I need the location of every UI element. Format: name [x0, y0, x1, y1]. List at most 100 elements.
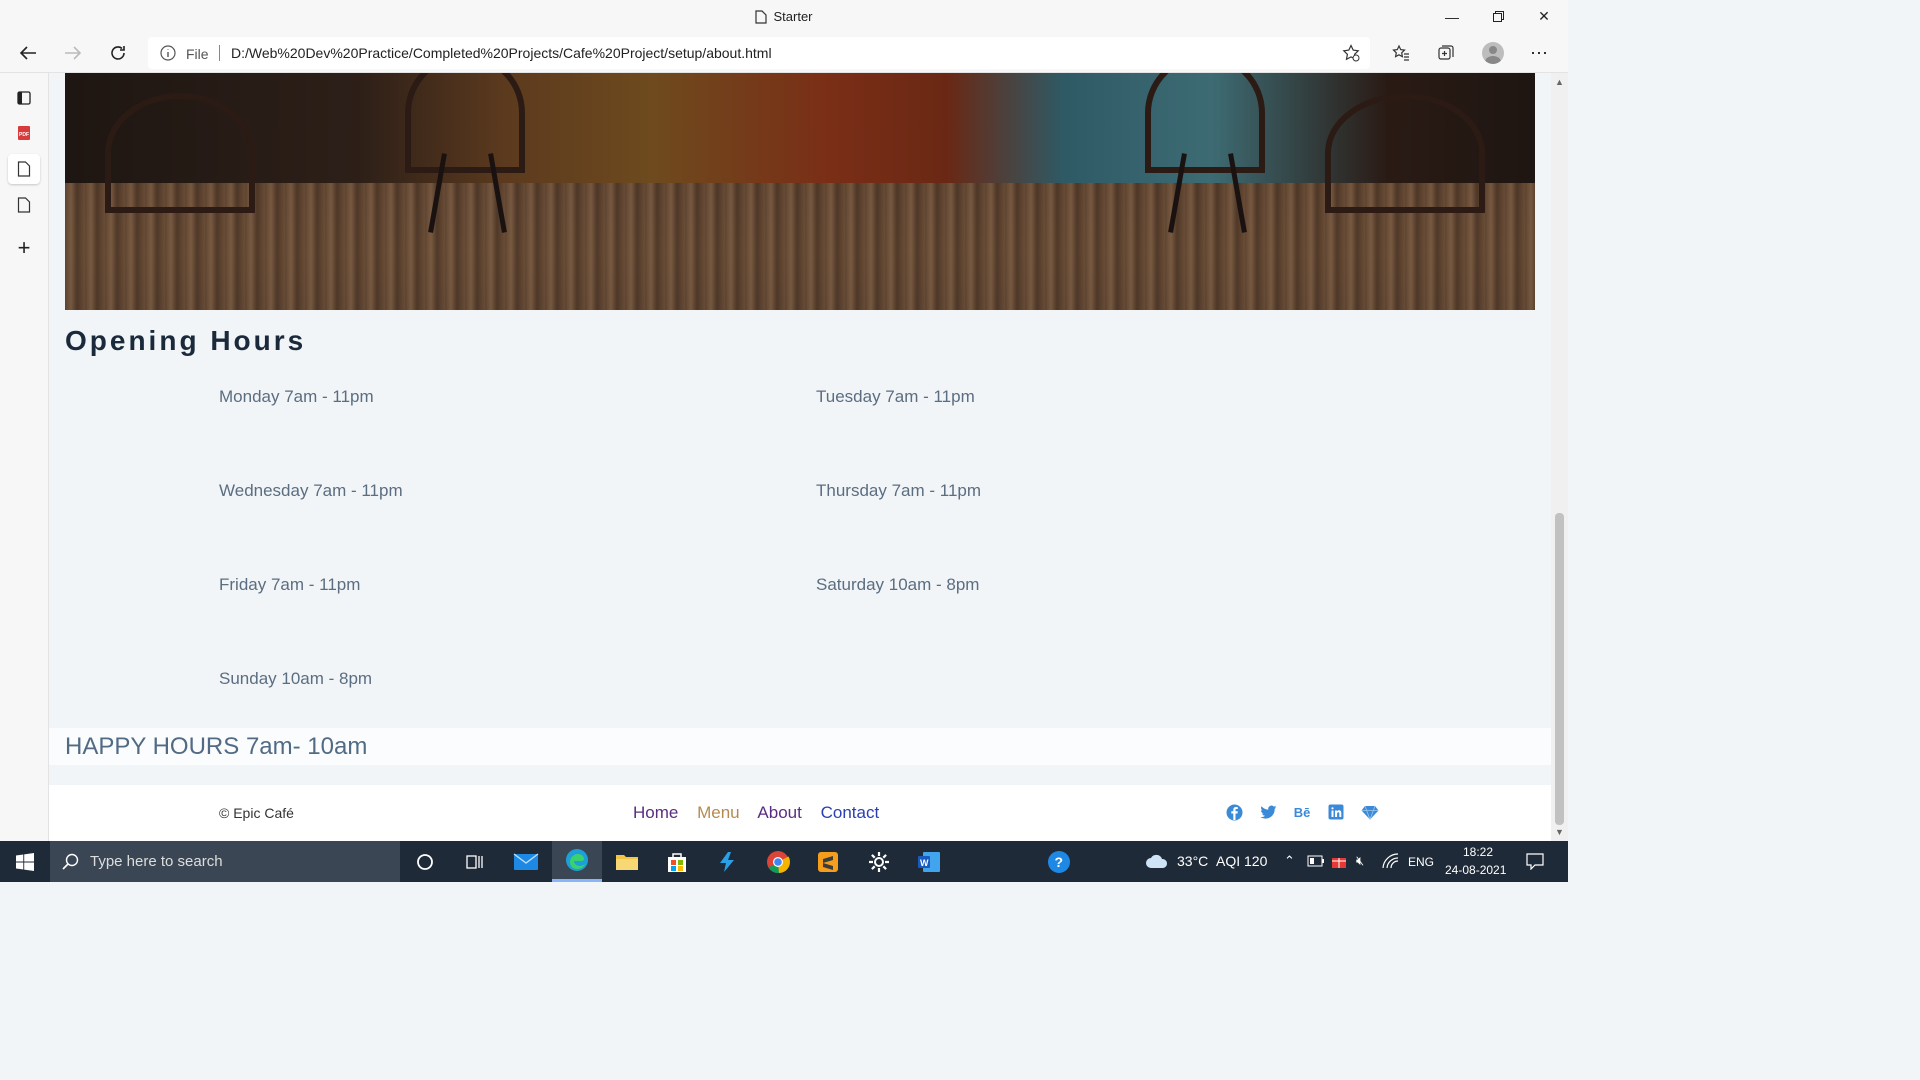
svg-text:?: ? — [1055, 854, 1064, 870]
mute-icon[interactable]: 🔇︎ — [1356, 853, 1364, 869]
chair-shape — [1145, 73, 1265, 173]
vscode-app[interactable] — [702, 841, 752, 882]
chair-shape — [105, 93, 255, 213]
folder-icon — [616, 854, 638, 870]
sublime-app[interactable] — [803, 841, 853, 882]
behance-icon[interactable]: Bē — [1293, 803, 1311, 821]
hours-wednesday: Wednesday 7am - 11pm — [219, 481, 403, 500]
linkedin-icon[interactable] — [1327, 803, 1345, 821]
restore-button[interactable] — [1475, 0, 1521, 33]
happy-hours-text: HAPPY HOURS 7am- 10am — [65, 733, 368, 760]
sketch-icon[interactable] — [1361, 803, 1379, 821]
favorites-button[interactable] — [1386, 39, 1416, 67]
gift-icon — [1332, 858, 1346, 868]
hours-thursday: Thursday 7am - 11pm — [816, 481, 982, 500]
forward-button[interactable] — [58, 39, 88, 67]
tab-actions-button[interactable] — [8, 83, 40, 113]
site-footer: © Epic Café Home Menu About Contact Bē — [49, 785, 1551, 841]
scroll-down-arrow[interactable]: ▼ — [1555, 827, 1564, 837]
hours-saturday: Saturday 10am - 8pm — [816, 575, 980, 594]
pdf-icon: PDF — [18, 126, 30, 140]
url-text[interactable]: D:/Web%20Dev%20Practice/Completed%20Proj… — [231, 45, 772, 61]
file-explorer-app[interactable] — [602, 841, 652, 882]
mail-app[interactable] — [501, 841, 551, 882]
clock-time[interactable]: 18:22 — [1463, 845, 1493, 859]
edge-icon — [566, 849, 588, 871]
aqi-value[interactable]: AQI 120 — [1216, 853, 1267, 869]
window-title-text: Starter — [773, 9, 813, 24]
windows-taskbar: Type here to search W ? 33°C AQI 120 ⌃ 🔇… — [0, 841, 1568, 882]
search-icon — [62, 853, 79, 870]
store-app[interactable] — [652, 841, 702, 882]
hours-monday: Monday 7am - 11pm — [219, 387, 374, 406]
other-tab[interactable] — [8, 190, 40, 220]
page-content: Opening Hours Monday 7am - 11pm Tuesday … — [49, 73, 1551, 841]
pdf-tab[interactable]: PDF — [8, 118, 40, 148]
collections-icon — [1438, 45, 1454, 60]
mail-icon — [513, 852, 539, 870]
window-title: Starter — [0, 9, 1568, 24]
footer-link-contact[interactable]: Contact — [821, 803, 880, 822]
current-tab[interactable] — [8, 154, 40, 184]
page-icon — [17, 161, 31, 177]
collections-button[interactable] — [1431, 39, 1461, 67]
refresh-button[interactable] — [103, 39, 133, 67]
word-icon: W — [918, 851, 940, 872]
close-button[interactable]: ✕ — [1521, 0, 1567, 33]
language-indicator[interactable]: ENG — [1408, 855, 1434, 869]
sublime-icon — [818, 851, 838, 872]
cortana-icon — [417, 853, 433, 870]
edge-app[interactable] — [552, 841, 602, 882]
favorites-icon — [1392, 44, 1409, 61]
search-placeholder: Type here to search — [90, 853, 223, 870]
store-icon — [668, 852, 686, 872]
chrome-app[interactable] — [753, 841, 803, 882]
back-button[interactable] — [13, 39, 43, 67]
hours-sunday: Sunday 10am - 8pm — [219, 669, 373, 688]
footer-link-home[interactable]: Home — [633, 803, 678, 822]
page-scrollbar[interactable]: ▲ ▼ — [1551, 73, 1568, 841]
page-icon — [755, 10, 768, 24]
notification-icon — [1526, 853, 1544, 870]
footer-link-menu[interactable]: Menu — [697, 803, 740, 822]
help-app[interactable]: ? — [1034, 841, 1084, 882]
scheme-label: File — [186, 46, 209, 62]
minimize-button[interactable]: — — [1429, 0, 1475, 33]
chair-shape — [405, 73, 525, 173]
lightning-icon — [720, 851, 734, 872]
chevron-up-icon[interactable]: ⌃ — [1284, 853, 1295, 869]
copyright: © Epic Café — [219, 805, 294, 821]
task-view-icon — [466, 854, 483, 869]
facebook-icon[interactable] — [1225, 803, 1243, 821]
twitter-icon[interactable] — [1259, 803, 1277, 821]
page-title: Opening Hours — [65, 325, 307, 356]
refresh-icon — [111, 46, 125, 60]
scroll-up-arrow[interactable]: ▲ — [1555, 77, 1564, 87]
chrome-icon — [767, 850, 790, 873]
page-icon — [17, 197, 31, 213]
gear-icon — [869, 851, 889, 872]
taskbar-search-box[interactable]: Type here to search — [50, 841, 400, 882]
start-button[interactable] — [0, 841, 50, 882]
more-menu-button[interactable]: ⋯ — [1524, 39, 1554, 67]
back-arrow-icon — [19, 46, 36, 60]
weather-temp[interactable]: 33°C — [1177, 853, 1208, 869]
footer-link-about[interactable]: About — [757, 803, 801, 822]
forward-arrow-icon — [65, 46, 82, 60]
profile-button[interactable] — [1478, 39, 1508, 67]
hero-floor — [65, 183, 1535, 310]
new-tab-button[interactable]: + — [8, 233, 40, 263]
clock-date[interactable]: 24-08-2021 — [1445, 863, 1506, 877]
address-bar[interactable]: File D:/Web%20Dev%20Practice/Completed%2… — [148, 37, 1370, 69]
cortana-button[interactable] — [400, 841, 450, 882]
hours-tuesday: Tuesday 7am - 11pm — [816, 387, 975, 406]
task-view-button[interactable] — [450, 841, 500, 882]
windows-logo-icon — [16, 852, 34, 871]
info-icon — [160, 45, 176, 61]
cafe-hero-image — [65, 73, 1535, 310]
word-app[interactable]: W — [904, 841, 954, 882]
chair-shape — [1325, 93, 1485, 213]
scroll-thumb[interactable] — [1555, 513, 1564, 825]
hours-friday: Friday 7am - 11pm — [219, 575, 361, 594]
settings-app[interactable] — [854, 841, 904, 882]
